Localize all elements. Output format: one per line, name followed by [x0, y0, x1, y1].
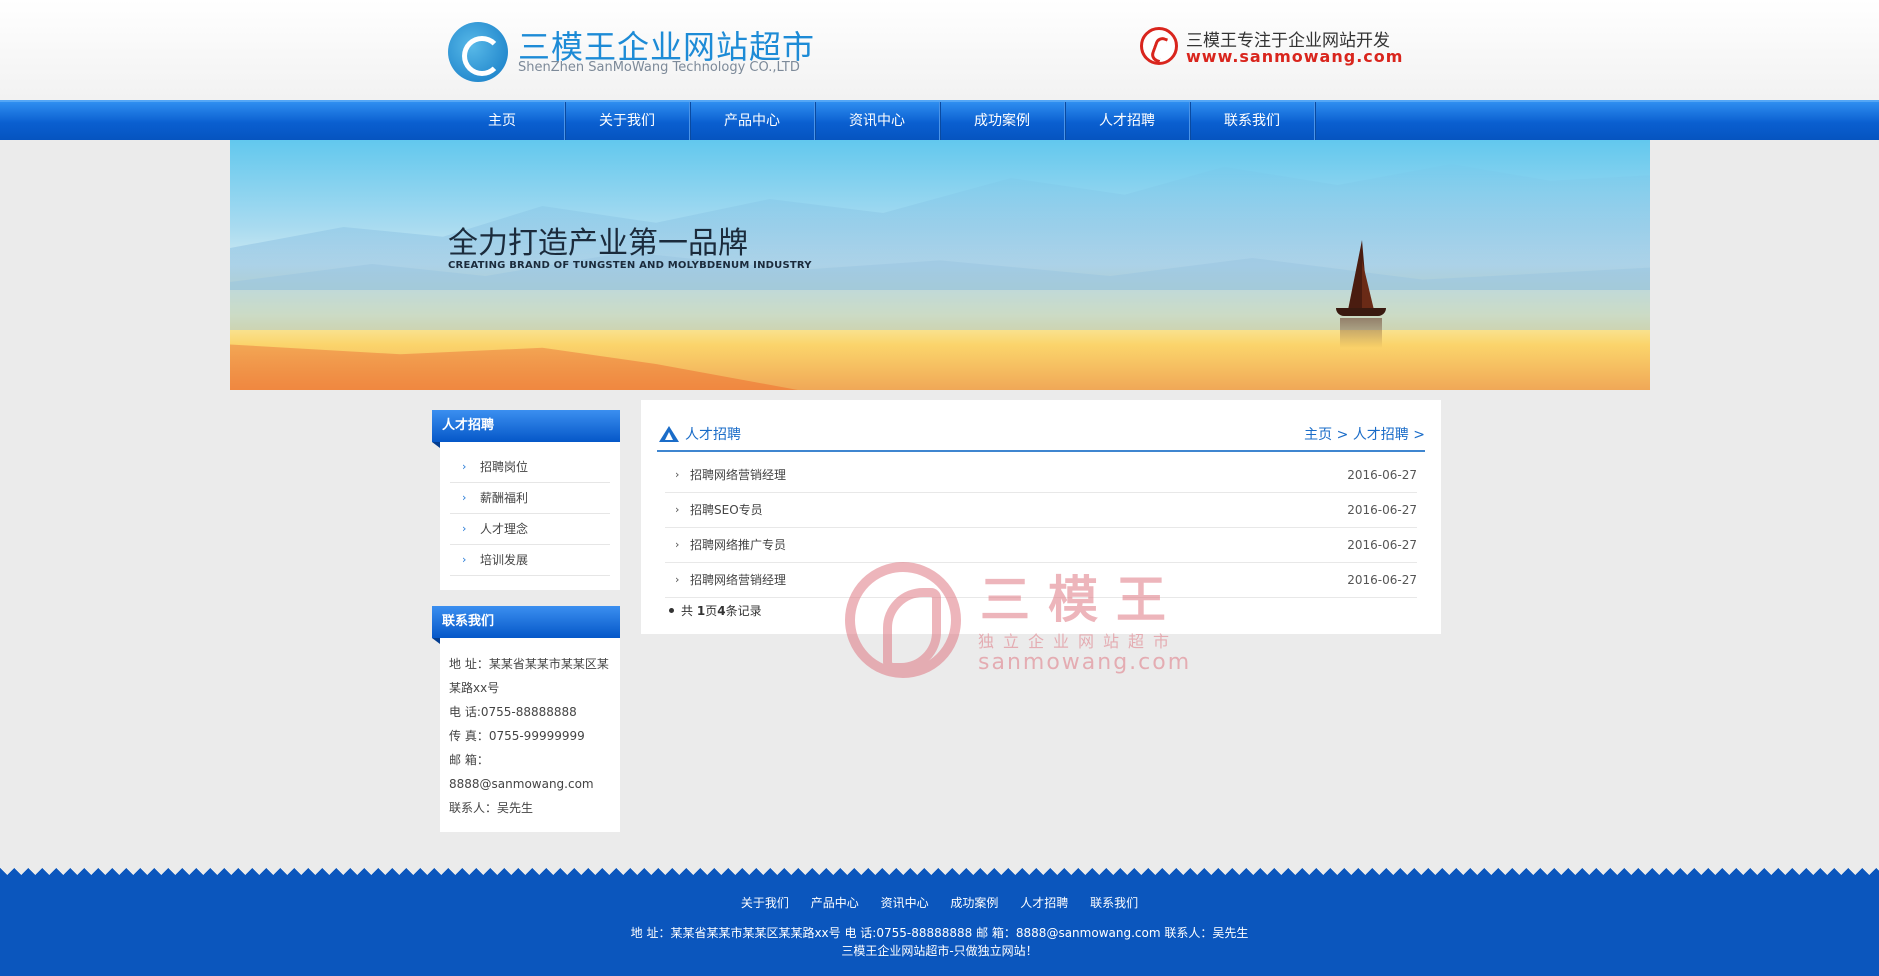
chevron-right-icon: ›: [462, 491, 467, 504]
chevron-right-icon: ›: [462, 553, 467, 566]
footer-copyright: 三模王企业网站超市-只做独立网站！: [841, 944, 1038, 958]
contact-phone: 电 话:0755-88888888: [449, 705, 577, 719]
job-link[interactable]: 招聘SEO专员: [690, 493, 763, 527]
sidebar-jobs-box: 人才招聘 › 招聘岗位 › 薪酬福利 › 人才理念 › 培训发展: [432, 410, 620, 590]
watermark-brand: 三模王: [980, 571, 1184, 629]
footer-link-cases[interactable]: 成功案例: [950, 896, 998, 910]
logo-e-icon: [448, 22, 508, 82]
watermark-url: sanmowang.com: [978, 650, 1192, 675]
breadcrumb: 主页 > 人才招聘 >: [1304, 424, 1425, 444]
watermark-tagline: 独立企业网站超市: [978, 632, 1179, 651]
watermark-seal-icon: [845, 562, 961, 678]
contact-fax: 传 真：0755-99999999: [449, 729, 585, 743]
site-logo[interactable]: 三模王企业网站超市 ShenZhen SanMoWang Technology …: [448, 20, 814, 82]
triangle-logo-icon: [659, 426, 679, 442]
footer-address: 地 址：某某省某某市某某区某某路xx号 电 话:0755-88888888 邮 …: [630, 926, 1249, 940]
hotline: 三模王专注于企业网站开发 www.sanmowang.com: [1140, 24, 1420, 68]
panel-title: 人才招聘: [685, 427, 741, 443]
footer-link-contact[interactable]: 联系我们: [1090, 896, 1138, 910]
banner-subtitle: CREATING BRAND OF TUNGSTEN AND MOLYBDENU…: [448, 260, 812, 271]
nav-item-cases[interactable]: 成功案例: [940, 102, 1065, 140]
footer-link-products[interactable]: 产品中心: [811, 896, 859, 910]
banner-title: 全力打造产业第一品牌: [448, 226, 748, 261]
sidebar-item-positions[interactable]: › 招聘岗位: [450, 452, 610, 483]
breadcrumb-home[interactable]: 主页 >: [1304, 427, 1348, 443]
pagination-info: 共 1页4条记录: [669, 602, 762, 619]
chevron-right-icon: ›: [675, 503, 680, 516]
banner-hills: [230, 344, 798, 390]
chevron-right-icon: ›: [462, 522, 467, 535]
breadcrumb-current[interactable]: 人才招聘 >: [1353, 427, 1425, 443]
contact-email-label: 邮 箱：: [449, 753, 489, 767]
job-link[interactable]: 招聘网络推广专员: [690, 528, 786, 562]
sidebar-item-philosophy[interactable]: › 人才理念: [450, 514, 610, 545]
pager-pages: 1: [696, 604, 706, 618]
job-link[interactable]: 招聘网络营销经理: [690, 563, 786, 597]
nav-item-contact[interactable]: 联系我们: [1190, 102, 1315, 140]
nav-item-about[interactable]: 关于我们: [565, 102, 690, 140]
job-date: 2016-06-27: [1347, 573, 1417, 587]
site-footer: 关于我们 产品中心 资讯中心 成功案例 人才招聘 联系我们 地 址：某某省某某市…: [0, 880, 1879, 976]
contact-person: 联系人：吴先生: [449, 801, 534, 815]
pager-count: 4: [717, 604, 726, 618]
watermark: 三模王 独立企业网站超市 sanmowang.com: [845, 560, 1189, 680]
site-header: 三模王企业网站超市 ShenZhen SanMoWang Technology …: [0, 0, 1879, 100]
footer-link-news[interactable]: 资讯中心: [881, 896, 929, 910]
list-item: › 招聘网络营销经理 2016-06-27: [665, 458, 1417, 493]
sailboat-image: [1330, 240, 1390, 348]
footer-link-about[interactable]: 关于我们: [741, 896, 789, 910]
contact-address: 地 址：某某省某某市某某区某某路xx号: [449, 657, 609, 695]
nav-item-home[interactable]: 主页: [440, 102, 565, 140]
sidebar-contact-title: 联系我们: [432, 606, 620, 644]
sidebar-item-benefits[interactable]: › 薪酬福利: [450, 483, 610, 514]
sidebar-contact-box: 联系我们 地 址：某某省某某市某某区某某路xx号 电 话:0755-888888…: [432, 606, 620, 832]
nav-item-news[interactable]: 资讯中心: [815, 102, 940, 140]
list-item: › 招聘网络推广专员 2016-06-27: [665, 528, 1417, 563]
job-date: 2016-06-27: [1347, 503, 1417, 517]
job-link[interactable]: 招聘网络营销经理: [690, 458, 786, 492]
chevron-right-icon: ›: [675, 573, 680, 586]
hotline-url: www.sanmowang.com: [1186, 47, 1404, 66]
nav-item-jobs[interactable]: 人才招聘: [1065, 102, 1190, 140]
logo-subtitle: ShenZhen SanMoWang Technology CO.,LTD: [518, 60, 800, 75]
nav-item-products[interactable]: 产品中心: [690, 102, 815, 140]
contact-email: 8888@sanmowang.com: [449, 777, 594, 791]
phone-icon: [1140, 27, 1178, 65]
list-item: › 招聘SEO专员 2016-06-27: [665, 493, 1417, 528]
job-date: 2016-06-27: [1347, 538, 1417, 552]
footer-link-jobs[interactable]: 人才招聘: [1020, 896, 1068, 910]
sidebar-item-training[interactable]: › 培训发展: [450, 545, 610, 576]
main-nav: 主页 关于我们 产品中心 资讯中心 成功案例 人才招聘 联系我们: [0, 100, 1879, 140]
sidebar-jobs-title: 人才招聘: [432, 410, 620, 448]
bullet-icon: [669, 608, 674, 613]
hero-banner: 全力打造产业第一品牌 CREATING BRAND OF TUNGSTEN AN…: [230, 140, 1650, 390]
chevron-right-icon: ›: [675, 468, 680, 481]
footer-nav: 关于我们 产品中心 资讯中心 成功案例 人才招聘 联系我们: [0, 894, 1879, 911]
chevron-right-icon: ›: [462, 460, 467, 473]
job-date: 2016-06-27: [1347, 468, 1417, 482]
panel-header: 人才招聘 主页 > 人才招聘 >: [657, 412, 1425, 452]
chevron-right-icon: ›: [675, 538, 680, 551]
